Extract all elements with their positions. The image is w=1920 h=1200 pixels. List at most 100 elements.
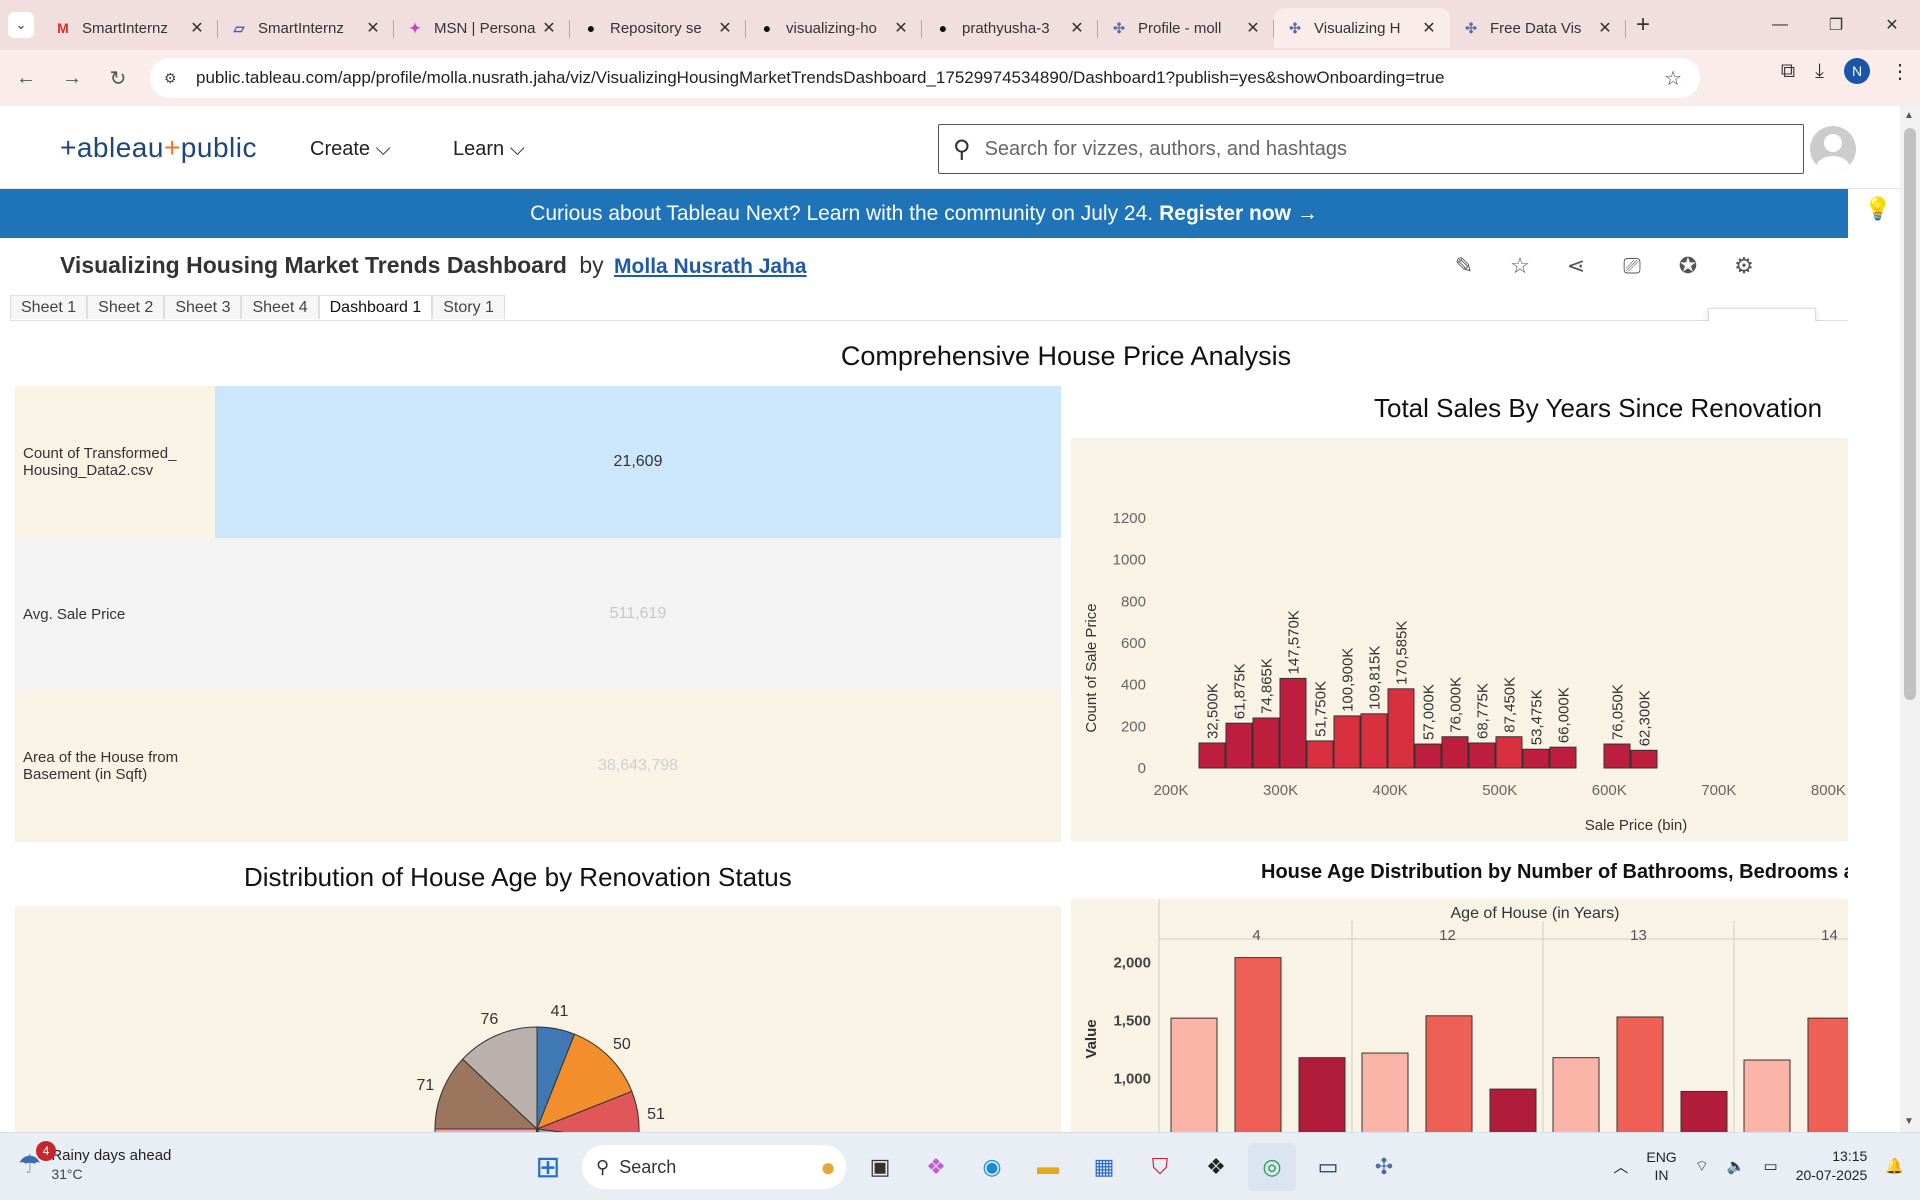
y-tick-label: 1,000 — [1113, 1071, 1151, 1088]
reload-icon[interactable]: ↻ — [98, 58, 138, 98]
kpi-row[interactable]: Avg. Sale Price 511,619 — [15, 538, 1061, 690]
windows-start-icon[interactable]: ⊞ — [524, 1143, 572, 1191]
close-tab-icon[interactable]: ✕ — [1596, 18, 1614, 38]
kpi-row[interactable]: Count of Transformed_ Housing_Data2.csv 2… — [15, 386, 1061, 538]
browser-tab[interactable]: ● prathyusha-3 ✕ — [922, 8, 1098, 48]
close-tab-icon[interactable]: ✕ — [188, 18, 206, 38]
present-icon[interactable]: ⎚ — [1618, 252, 1646, 280]
register-now-link[interactable]: Register now → — [1159, 202, 1318, 226]
forward-icon[interactable]: → — [52, 58, 92, 98]
bar-data-label: 147,570K — [1286, 610, 1303, 674]
close-tab-icon[interactable]: ✕ — [364, 18, 382, 38]
url-text: public.tableau.com/app/profile/molla.nus… — [196, 68, 1445, 87]
settings-gear-icon[interactable]: ⚙ — [1730, 252, 1758, 280]
restore-icon[interactable]: ❐ — [1808, 0, 1864, 50]
favorite-star-icon[interactable]: ☆ — [1506, 252, 1534, 280]
share-icon[interactable]: ⋖ — [1562, 252, 1590, 280]
x-tick-label: 700K — [1701, 782, 1736, 799]
sheet-tab[interactable]: Story 1 — [432, 295, 505, 319]
badge-icon[interactable]: ✪ — [1674, 252, 1702, 280]
scroll-down-icon[interactable]: ▼ — [1904, 1116, 1914, 1127]
tableau-icon: ✣ — [1465, 19, 1477, 36]
create-menu[interactable]: Create ⌵ — [310, 138, 391, 161]
url-field[interactable]: ⚙ public.tableau.com/app/profile/molla.n… — [150, 58, 1700, 98]
browser-tab[interactable]: ✣ Visualizing H ✕ — [1274, 8, 1450, 48]
bookmark-star-icon[interactable]: ☆ — [1664, 66, 1682, 91]
tab-title: Repository se — [610, 19, 702, 37]
notifications-icon[interactable]: 🔔 — [1885, 1157, 1904, 1175]
lightbulb-icon[interactable]: 💡 — [1864, 196, 1891, 222]
logo-accent: + — [163, 132, 181, 163]
grouped-bar — [1680, 1090, 1728, 1132]
close-window-icon[interactable]: ✕ — [1864, 0, 1920, 50]
copilot-icon[interactable]: ❖ — [912, 1143, 960, 1191]
bar-chart-title: House Age Distribution by Number of Bath… — [1261, 861, 1848, 883]
tableau-public-logo[interactable]: +ableau+public — [60, 132, 257, 164]
sheet-tab[interactable]: Sheet 4 — [241, 295, 319, 319]
weather-widget[interactable]: ☂ 4 Rainy days ahead 31°C — [18, 1141, 171, 1182]
task-view-icon[interactable]: ▣ — [856, 1143, 904, 1191]
site-info-icon[interactable]: ⚙ — [164, 70, 184, 87]
site-header: +ableau+public Create ⌵ Learn ⌵ ⚲ Search… — [0, 106, 1900, 189]
y-tick-label: 200 — [1121, 718, 1146, 735]
author-link[interactable]: Molla Nusrath Jaha — [614, 255, 807, 278]
browser-tab[interactable]: ✦ MSN | Persona ✕ — [394, 8, 570, 48]
search-input[interactable]: ⚲ Search for vizzes, authors, and hashta… — [938, 124, 1804, 174]
mcafee-icon[interactable]: ⛉ — [1136, 1143, 1184, 1191]
tableau-app-icon[interactable]: ✣ — [1360, 1143, 1408, 1191]
search-placeholder: Search for vizzes, authors, and hashtags — [984, 137, 1347, 160]
close-tab-icon[interactable]: ✕ — [540, 18, 558, 38]
close-tab-icon[interactable]: ✕ — [716, 18, 734, 38]
browser-tab[interactable]: ▱ SmartInternz ✕ — [218, 8, 394, 48]
chrome-icon[interactable]: ◎ — [1248, 1143, 1296, 1191]
browser-tab[interactable]: ● visualizing-ho ✕ — [746, 8, 922, 48]
close-tab-icon[interactable]: ✕ — [892, 18, 910, 38]
browser-tab[interactable]: ✣ Free Data Vis ✕ — [1450, 8, 1626, 48]
close-tab-icon[interactable]: ✕ — [1068, 18, 1086, 38]
sheet-tab[interactable]: Sheet 1 — [10, 295, 88, 319]
language-indicator[interactable]: ENG IN — [1646, 1148, 1676, 1184]
close-tab-icon[interactable]: ✕ — [1420, 18, 1438, 38]
windows-taskbar: ☂ 4 Rainy days ahead 31°C ⊞ ⚲ Search ● ▣ … — [0, 1132, 1920, 1200]
learn-menu[interactable]: Learn ⌵ — [453, 138, 525, 161]
battery-icon[interactable]: ▭ — [1764, 1157, 1778, 1175]
y-axis-title: Count of Sale Price — [1083, 603, 1100, 732]
scroll-up-icon[interactable]: ▲ — [1904, 110, 1914, 121]
sheet-tab[interactable]: Dashboard 1 — [318, 295, 433, 319]
page-scrollbar[interactable]: ▲ ▼ — [1900, 106, 1920, 1132]
back-icon[interactable]: ← — [6, 58, 46, 98]
browser-tab[interactable]: ✣ Profile - moll ✕ — [1098, 8, 1274, 48]
scrollbar-thumb[interactable] — [1904, 128, 1916, 700]
volume-icon[interactable]: 🔈 — [1727, 1157, 1746, 1175]
browser-tab[interactable]: M SmartInternz ✕ — [42, 8, 218, 48]
clock-date: 20-07-2025 — [1795, 1167, 1868, 1183]
show-hidden-icon[interactable]: ︿ — [1613, 1156, 1628, 1177]
sheet-tab[interactable]: Sheet 3 — [164, 295, 242, 319]
tab-search-icon[interactable]: ⌄ — [8, 12, 34, 38]
kpi-row[interactable]: Area of the House from Basement (in Sqft… — [15, 690, 1061, 842]
edge-icon[interactable]: ◉ — [968, 1143, 1016, 1191]
wifi-icon[interactable]: ⌔ — [1695, 1157, 1709, 1176]
close-tab-icon[interactable]: ✕ — [1244, 18, 1262, 38]
minimize-icon[interactable]: — — [1752, 0, 1808, 50]
tableau-icon: ✣ — [1289, 19, 1301, 36]
more-menu-icon[interactable]: ⋮ — [1890, 59, 1910, 84]
edit-viz-icon[interactable]: ✎ — [1450, 252, 1478, 280]
y-axis-title: Value — [1083, 1019, 1100, 1058]
profile-avatar[interactable]: N — [1844, 58, 1870, 84]
user-avatar[interactable] — [1810, 126, 1856, 172]
taskbar-search[interactable]: ⚲ Search ● — [582, 1145, 846, 1189]
download-icon[interactable]: ⤓ — [1815, 60, 1824, 83]
clock[interactable]: 13:15 20-07-2025 — [1796, 1147, 1868, 1185]
dropbox-icon[interactable]: ❖ — [1192, 1143, 1240, 1191]
extensions-icon[interactable]: ⧉ — [1781, 60, 1795, 83]
file-explorer-icon[interactable]: ▬ — [1024, 1143, 1072, 1191]
new-tab-icon[interactable]: + — [1636, 11, 1650, 39]
grouped-bar-chart: Age of House (in Years)Value5001,0001,50… — [1083, 899, 1848, 1132]
grouped-bar — [1807, 1017, 1848, 1132]
sheet-tab[interactable]: Sheet 2 — [87, 295, 165, 319]
meet-icon[interactable]: ▭ — [1304, 1143, 1352, 1191]
store-icon[interactable]: ▦ — [1080, 1143, 1128, 1191]
x-tick-label: 800K — [1811, 782, 1846, 799]
browser-tab[interactable]: ● Repository se ✕ — [570, 8, 746, 48]
